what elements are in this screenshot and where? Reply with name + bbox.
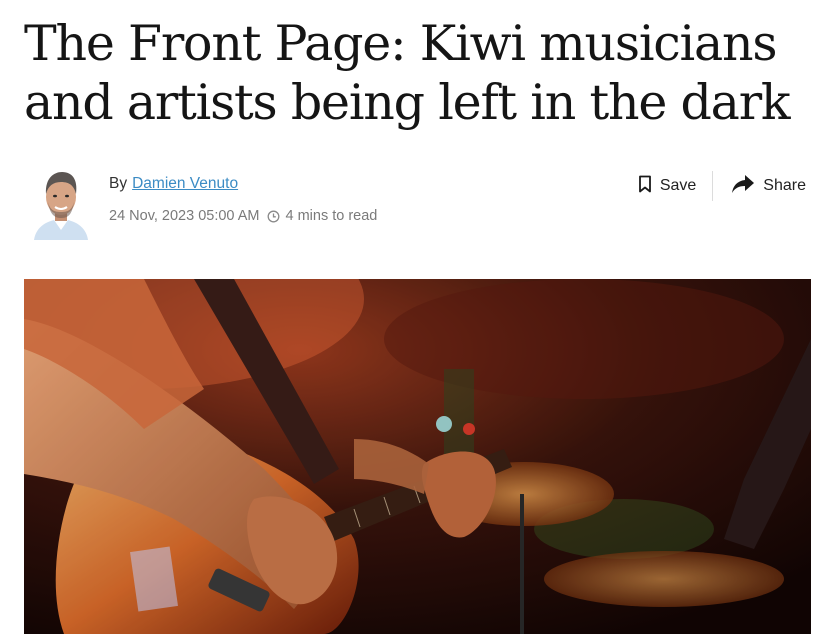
- publish-date: 24 Nov, 2023 05:00 AM: [109, 208, 260, 224]
- save-label: Save: [659, 177, 697, 194]
- author-avatar[interactable]: [30, 164, 92, 240]
- article-actions: Save Share: [634, 170, 810, 202]
- share-button[interactable]: Share: [727, 174, 810, 199]
- share-label: Share: [763, 177, 806, 194]
- action-divider: [712, 171, 714, 201]
- byline: By Damien Venuto 24 Nov, 2023 05:00 AM 4 …: [30, 160, 810, 240]
- author-line: By Damien Venuto: [109, 175, 238, 193]
- article-meta: 24 Nov, 2023 05:00 AM 4 mins to read: [109, 208, 377, 224]
- read-time: 4 mins to read: [285, 208, 378, 224]
- author-link[interactable]: Damien Venuto: [132, 175, 238, 192]
- share-arrow-icon: [731, 174, 755, 199]
- by-label: By: [109, 175, 128, 192]
- clock-icon: [267, 210, 280, 223]
- hero-image: [24, 279, 811, 634]
- save-button[interactable]: Save: [634, 175, 700, 198]
- bookmark-icon: [638, 175, 652, 198]
- article-headline: The Front Page: Kiwi musicians and artis…: [24, 15, 791, 131]
